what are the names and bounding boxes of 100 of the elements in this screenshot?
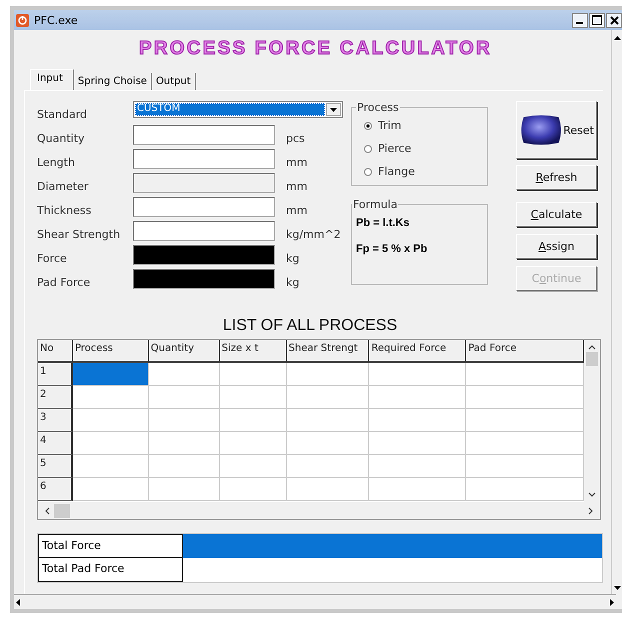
column-header[interactable]: Required Force (369, 340, 466, 363)
table-cell[interactable] (466, 386, 584, 409)
unit-label: kg/mm^2 (285, 228, 339, 241)
table-cell[interactable] (286, 409, 370, 432)
table-cell[interactable] (148, 455, 220, 478)
tab[interactable]: Input (30, 69, 74, 90)
column-header[interactable]: Shear Strengt (286, 340, 370, 363)
action-button[interactable]: Calculate (516, 202, 597, 227)
input-field[interactable] (133, 197, 275, 217)
table-cell[interactable] (220, 455, 287, 478)
table-cell[interactable] (466, 432, 584, 455)
table-cell[interactable] (148, 363, 220, 386)
table-horizontal-scrollbar[interactable] (38, 502, 600, 519)
table-cell[interactable] (220, 478, 287, 501)
input-field[interactable] (133, 221, 275, 241)
table-cell[interactable] (369, 409, 466, 432)
table-cell[interactable] (369, 432, 466, 455)
maximize-button[interactable] (589, 12, 605, 28)
unit-label: kg (285, 276, 300, 289)
table-cell[interactable] (72, 386, 149, 409)
group-title: Formula (352, 198, 398, 211)
table-cell[interactable] (286, 455, 370, 478)
close-icon[interactable] (610, 16, 618, 24)
table-cell[interactable] (369, 478, 466, 501)
table-cell[interactable] (148, 432, 220, 455)
radio-button[interactable]: Flange (360, 160, 419, 183)
unit-label: pcs (285, 132, 306, 145)
field-label: Thickness (37, 204, 92, 217)
table-cell[interactable] (220, 363, 287, 386)
unit-label: mm (285, 204, 308, 217)
column-header[interactable]: Pad Force (466, 340, 584, 363)
row-number: 1 (38, 363, 73, 386)
vertical-scrollbar[interactable] (611, 30, 622, 594)
field-label: Length (37, 156, 76, 169)
radio-button[interactable]: Trim (360, 114, 406, 137)
table-cell[interactable] (72, 409, 149, 432)
column-header[interactable]: Quantity (148, 340, 220, 363)
column-header[interactable]: Size x t (220, 340, 287, 363)
table-cell[interactable] (286, 432, 370, 455)
close-button[interactable] (606, 12, 622, 28)
radio-button[interactable]: Pierce (360, 137, 416, 160)
table-cell[interactable] (286, 386, 370, 409)
radio-circle-icon[interactable] (364, 122, 372, 130)
minimize-button[interactable] (572, 12, 588, 28)
formula-text: Fp = 5 % x Pb (356, 243, 428, 255)
radio-circle-icon[interactable] (364, 144, 372, 152)
chevron-down-icon[interactable] (588, 492, 596, 498)
table-cell[interactable] (466, 478, 584, 501)
reset-button[interactable]: Reset (516, 101, 597, 159)
column-header[interactable]: No (38, 340, 73, 363)
table-cell[interactable] (369, 455, 466, 478)
table-cell[interactable] (369, 386, 466, 409)
table-cell[interactable] (286, 478, 370, 501)
field-label: Standard (37, 108, 88, 121)
table-cell[interactable] (72, 455, 149, 478)
formula-text: Pb = l.t.Ks (356, 217, 410, 229)
table-cell[interactable] (220, 432, 287, 455)
dropdown[interactable]: CUSTOM (133, 101, 343, 118)
table-cell[interactable] (148, 409, 220, 432)
table-cell[interactable] (148, 386, 220, 409)
row-number: 3 (38, 409, 73, 432)
row-number: 2 (38, 386, 73, 409)
scroll-thumb[interactable] (54, 504, 70, 518)
input-field[interactable] (133, 125, 275, 145)
left-arrow-icon[interactable] (16, 598, 20, 606)
table-cell[interactable] (220, 386, 287, 409)
table-cell[interactable] (72, 363, 149, 386)
table-cell[interactable] (466, 363, 584, 386)
table-cell[interactable] (220, 409, 287, 432)
table-cell[interactable] (466, 409, 584, 432)
table-cell[interactable] (466, 455, 584, 478)
chevron-right-icon[interactable] (588, 506, 594, 514)
dropdown-arrow-icon[interactable] (330, 108, 337, 112)
down-arrow-icon[interactable] (614, 586, 620, 590)
column-header[interactable]: Process (72, 340, 149, 363)
action-button[interactable]: Refresh (516, 165, 597, 190)
app-heading: PROCESS FORCE CALCULATOR (138, 38, 493, 60)
power-icon (16, 14, 29, 26)
table-cell[interactable] (72, 432, 149, 455)
row-number: 6 (38, 478, 73, 501)
unit-label: mm (285, 180, 308, 193)
field-label: Shear Strength (37, 228, 122, 241)
field-label: Pad Force (37, 276, 92, 289)
radio-circle-icon[interactable] (364, 168, 372, 176)
input-field[interactable] (133, 149, 275, 169)
chevron-left-icon[interactable] (44, 506, 50, 514)
table-cell[interactable] (72, 478, 149, 501)
maximize-icon[interactable] (592, 15, 602, 25)
table-cell[interactable] (369, 363, 466, 386)
scroll-thumb[interactable] (586, 352, 598, 366)
right-arrow-icon[interactable] (610, 598, 614, 606)
chevron-up-icon[interactable] (588, 344, 596, 350)
table-vertical-scrollbar[interactable] (584, 340, 600, 502)
table-title: LIST OF ALL PROCESS (222, 317, 398, 335)
table-cell[interactable] (286, 363, 370, 386)
selection-highlight[interactable] (183, 534, 602, 558)
up-arrow-icon[interactable] (614, 36, 620, 40)
table-cell[interactable] (148, 478, 220, 501)
action-button[interactable]: Assign (516, 234, 597, 259)
horizontal-scrollbar[interactable] (14, 594, 616, 609)
